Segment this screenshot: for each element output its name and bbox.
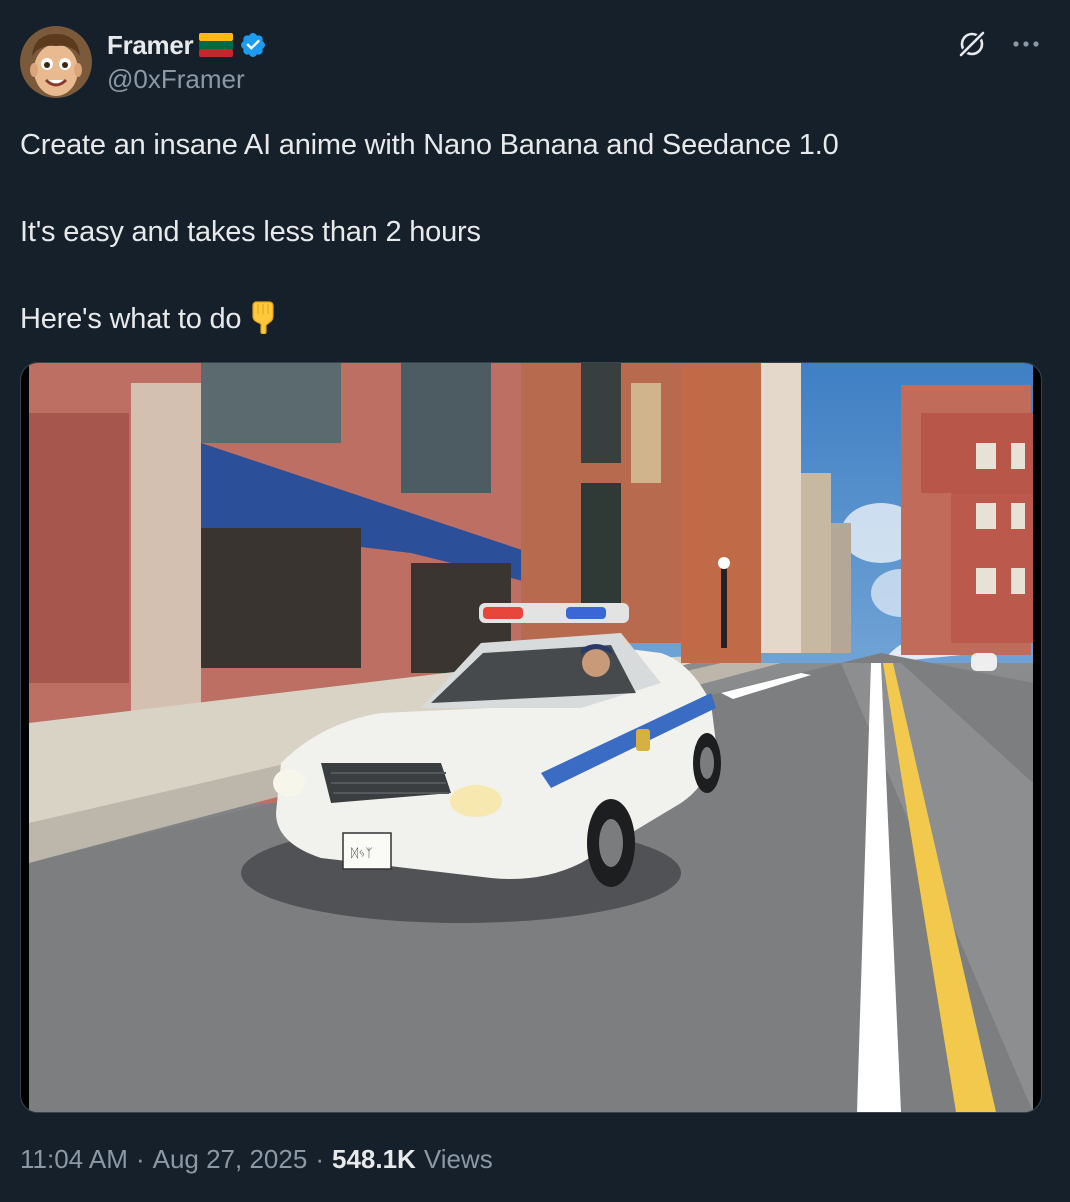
backhand-index-pointing-down-icon (247, 300, 277, 335)
meta-separator: · (315, 1144, 324, 1174)
tweet-line: Here's what to do (20, 303, 242, 335)
avatar-cartoon-face-icon (20, 26, 92, 98)
tweet-date[interactable]: Aug 27, 2025 (153, 1144, 308, 1175)
anime-police-car-street-image: ᛞᛃᛉ (29, 363, 1033, 1112)
author-handle[interactable]: @0xFramer (107, 64, 245, 95)
tweet-meta: 11:04 AM · Aug 27, 2025 · 548.1K Views (20, 1144, 493, 1175)
views-count: 548.1K (331, 1144, 416, 1174)
verified-badge-icon[interactable] (239, 31, 267, 59)
header-actions (956, 28, 1040, 60)
author-avatar[interactable] (20, 26, 92, 98)
tweet-video[interactable]: ᛞᛃᛉ (20, 362, 1042, 1113)
grok-icon[interactable] (956, 28, 988, 60)
tweet-line: Create an insane AI anime with Nano Bana… (20, 129, 839, 161)
tweet: Framer @0xFramer Create an insane AI ani… (0, 0, 1070, 1202)
tweet-line-with-emoji: Here's what to do (20, 300, 1040, 338)
tweet-line: It's easy and takes less than 2 hours (20, 216, 481, 248)
lithuania-flag-icon (199, 33, 234, 57)
meta-separator: · (135, 1144, 145, 1174)
author-display-name[interactable]: Framer (107, 30, 194, 61)
views-label: Views (423, 1144, 493, 1174)
tweet-time[interactable]: 11:04 AM (20, 1144, 128, 1175)
more-icon[interactable] (1012, 40, 1040, 48)
tweet-text: Create an insane AI anime with Nano Bana… (20, 126, 1040, 387)
author-name-row: Framer (107, 30, 267, 60)
svg-text:ᛞᛃᛉ: ᛞᛃᛉ (351, 846, 373, 860)
